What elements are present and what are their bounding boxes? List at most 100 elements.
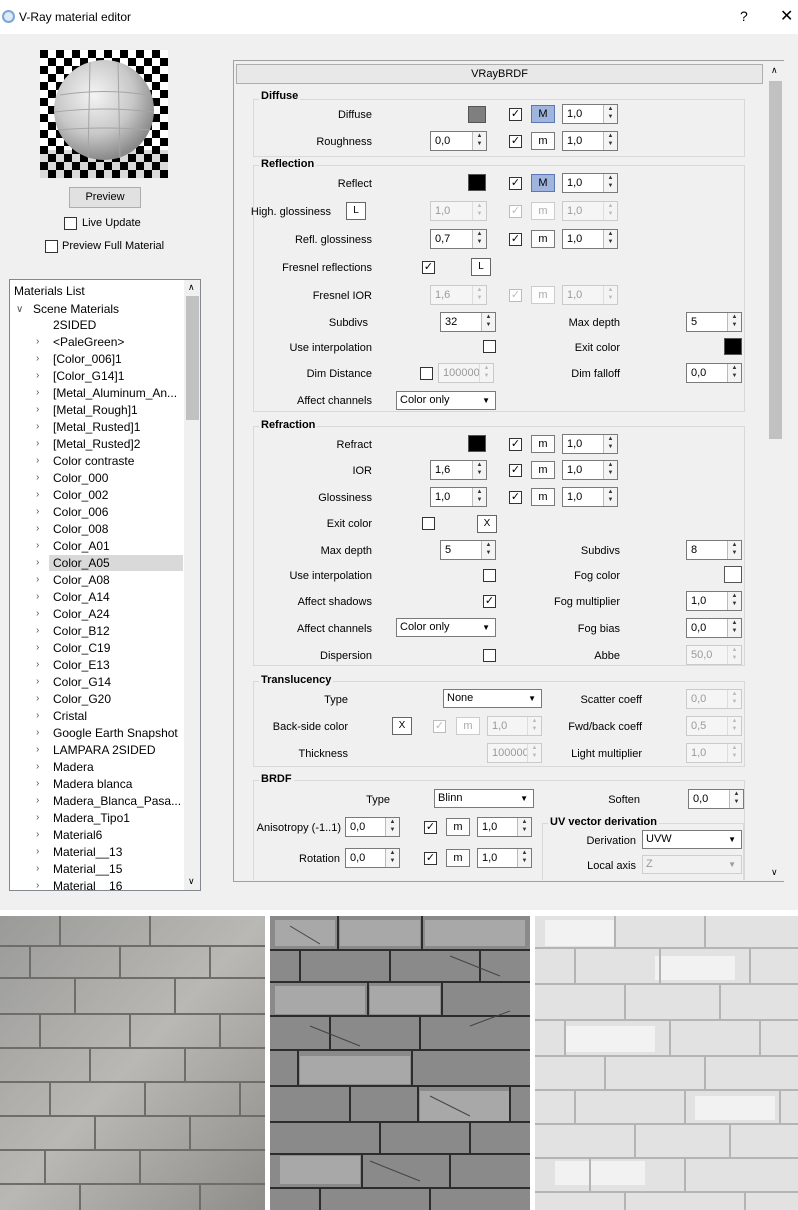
translucency-type-dropdown[interactable]: None ▼ [443, 689, 542, 708]
material-list-item[interactable]: <PaleGreen> [53, 335, 124, 349]
refraction-max-depth-spinner[interactable]: 5 ▲ ▼ [440, 540, 496, 560]
material-list-item[interactable]: Color_E13 [53, 658, 110, 672]
chevron-right-icon[interactable]: › [36, 795, 39, 806]
refraction-exit-color-button[interactable]: X [477, 515, 497, 533]
derivation-dropdown[interactable]: UVW ▼ [642, 830, 742, 849]
spinner-arrows-icon[interactable]: ▲ ▼ [603, 488, 617, 506]
rotation-map-button[interactable]: m [446, 849, 470, 867]
material-list-item[interactable]: Material__15 [53, 862, 122, 876]
material-list-item[interactable]: Color_A08 [53, 573, 110, 587]
abbe-spinner[interactable]: 50,0 ▲ ▼ [686, 645, 742, 665]
spinner-arrows-icon[interactable]: ▲ ▼ [472, 132, 486, 150]
chevron-right-icon[interactable]: › [36, 727, 39, 738]
spinner-arrows-icon[interactable]: ▲ ▼ [727, 541, 741, 559]
fresnel-ior-map-button[interactable]: m [531, 286, 555, 304]
material-list-item[interactable]: Material__16 [53, 879, 122, 890]
chevron-right-icon[interactable]: › [36, 353, 39, 364]
scroll-down-arrow[interactable]: ∨ [771, 867, 778, 878]
chevron-right-icon[interactable]: › [36, 608, 39, 619]
material-list-item[interactable]: Color_002 [53, 488, 108, 502]
high-glossiness-lock-button[interactable]: L [346, 202, 366, 220]
refraction-subdivs-spinner[interactable]: 8 ▲ ▼ [686, 540, 742, 560]
spinner-arrows-icon[interactable]: ▲ ▼ [603, 230, 617, 248]
material-list-item[interactable]: Color_A01 [53, 539, 110, 553]
roughness-spinner[interactable]: 0,0 ▲ ▼ [430, 131, 487, 151]
glossiness-spinner[interactable]: 1,0 ▲ ▼ [430, 487, 487, 507]
chevron-right-icon[interactable]: › [36, 438, 39, 449]
material-list-item[interactable]: Color_A14 [53, 590, 110, 604]
material-list-item[interactable]: Color_006 [53, 505, 108, 519]
chevron-down-icon[interactable]: ∨ [16, 304, 23, 315]
chevron-right-icon[interactable]: › [36, 710, 39, 721]
high-glossiness-spinner[interactable]: 1,0 ▲ ▼ [430, 201, 487, 221]
glossiness-map-button[interactable]: m [531, 488, 555, 506]
material-list-item[interactable]: Color_C19 [53, 641, 110, 655]
dim-falloff-spinner[interactable]: 0,0 ▲ ▼ [686, 363, 742, 383]
material-list-item[interactable]: [Metal_Rough]1 [53, 403, 138, 417]
diffuse-map-button[interactable]: M [531, 105, 555, 123]
fresnel-lock-button[interactable]: L [471, 258, 491, 276]
refraction-affect-channels-dropdown[interactable]: Color only ▼ [396, 618, 496, 637]
reflect-map-checkbox[interactable]: ✓ [509, 177, 522, 190]
chevron-right-icon[interactable]: › [36, 489, 39, 500]
spinner-arrows-icon[interactable]: ▲ ▼ [603, 174, 617, 192]
panel-scrollbar[interactable]: ∧ ∨ [767, 61, 784, 881]
refract-color-swatch[interactable] [468, 435, 486, 452]
brdf-type-dropdown[interactable]: Blinn ▼ [434, 789, 534, 808]
preview-full-checkbox[interactable] [45, 240, 58, 253]
reflection-use-interpolation-checkbox[interactable] [483, 340, 496, 353]
dispersion-checkbox[interactable] [483, 649, 496, 662]
spinner-arrows-icon[interactable]: ▲ ▼ [603, 286, 617, 304]
refract-map-checkbox[interactable]: ✓ [509, 438, 522, 451]
chevron-right-icon[interactable]: › [36, 693, 39, 704]
spinner-arrows-icon[interactable]: ▲ ▼ [472, 461, 486, 479]
refraction-exit-color-checkbox[interactable] [422, 517, 435, 530]
scroll-down-arrow[interactable]: ∨ [188, 876, 195, 887]
refract-map-button[interactable]: m [531, 435, 555, 453]
chevron-right-icon[interactable]: › [36, 523, 39, 534]
spinner-arrows-icon[interactable]: ▲ ▼ [472, 286, 486, 304]
chevron-right-icon[interactable]: › [36, 812, 39, 823]
spinner-arrows-icon[interactable]: ▲ ▼ [479, 364, 493, 382]
high-glossiness-map-checkbox[interactable]: ✓ [509, 205, 522, 218]
rotation-map-checkbox[interactable]: ✓ [424, 852, 437, 865]
material-list-item[interactable]: Color_008 [53, 522, 108, 536]
chevron-right-icon[interactable]: › [36, 625, 39, 636]
dim-distance-spinner[interactable]: 100000 ▲ ▼ [438, 363, 494, 383]
chevron-right-icon[interactable]: › [36, 659, 39, 670]
scroll-thumb[interactable] [769, 81, 782, 439]
materials-list[interactable]: Materials List ∨ Scene Materials 2SIDED ›… [9, 279, 201, 891]
scroll-up-arrow[interactable]: ∧ [188, 282, 195, 293]
material-list-item[interactable]: Material6 [53, 828, 102, 842]
spinner-arrows-icon[interactable]: ▲ ▼ [729, 790, 743, 808]
spinner-arrows-icon[interactable]: ▲ ▼ [727, 717, 741, 735]
fresnel-reflections-checkbox[interactable]: ✓ [422, 261, 435, 274]
material-list-item[interactable]: Color_G20 [53, 692, 111, 706]
back-side-map-button[interactable]: m [456, 717, 480, 735]
tree-scrollbar[interactable]: ∧ ∨ [184, 280, 200, 890]
spinner-arrows-icon[interactable]: ▲ ▼ [727, 646, 741, 664]
high-glossiness-amount-spinner[interactable]: 1,0 ▲ ▼ [562, 201, 618, 221]
spinner-arrows-icon[interactable]: ▲ ▼ [603, 461, 617, 479]
refract-amount-spinner[interactable]: 1,0 ▲ ▼ [562, 434, 618, 454]
affect-shadows-checkbox[interactable]: ✓ [483, 595, 496, 608]
anisotropy-spinner[interactable]: 0,0 ▲ ▼ [345, 817, 400, 837]
roughness-map-checkbox[interactable]: ✓ [509, 135, 522, 148]
chevron-right-icon[interactable]: › [36, 863, 39, 874]
material-list-item[interactable]: 2SIDED [53, 318, 96, 332]
chevron-right-icon[interactable]: › [36, 676, 39, 687]
material-list-item[interactable]: [Metal_Rusted]2 [53, 437, 140, 451]
material-list-item[interactable]: Material__13 [53, 845, 122, 859]
diffuse-amount-spinner[interactable]: 1,0 ▲ ▼ [562, 104, 618, 124]
chevron-right-icon[interactable]: › [36, 557, 39, 568]
material-list-item[interactable]: Madera_Tipo1 [53, 811, 130, 825]
material-list-item[interactable]: LAMPARA 2SIDED [53, 743, 155, 757]
back-side-color-button[interactable]: X [392, 717, 412, 735]
chevron-right-icon[interactable]: › [36, 404, 39, 415]
spinner-arrows-icon[interactable]: ▲ ▼ [603, 435, 617, 453]
chevron-right-icon[interactable]: › [36, 540, 39, 551]
scene-materials-node[interactable]: Scene Materials [33, 302, 119, 316]
spinner-arrows-icon[interactable]: ▲ ▼ [472, 230, 486, 248]
live-update-checkbox[interactable] [64, 217, 77, 230]
fresnel-ior-amount-spinner[interactable]: 1,0 ▲ ▼ [562, 285, 618, 305]
